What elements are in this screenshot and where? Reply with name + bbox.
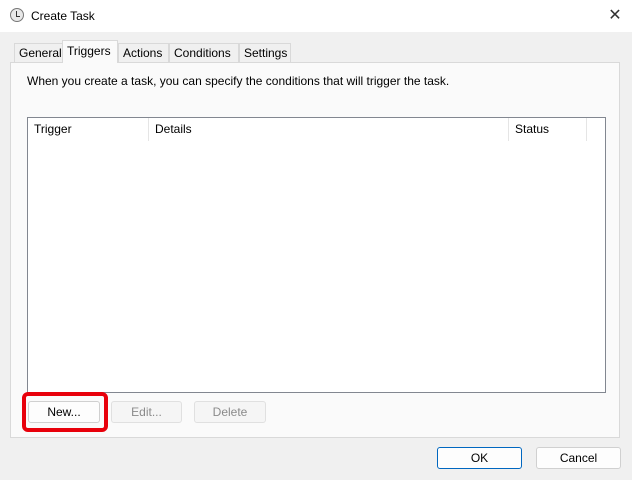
tab-settings[interactable]: Settings [239,43,291,63]
close-button[interactable]: ✕ [602,4,628,28]
title-bar: Create Task ✕ [0,0,632,32]
column-header-status[interactable]: Status [509,118,587,141]
cancel-button[interactable]: Cancel [536,447,621,469]
triggers-table[interactable]: Trigger Details Status [27,117,606,393]
column-header-trigger[interactable]: Trigger [28,118,149,141]
tab-conditions[interactable]: Conditions [169,43,239,63]
tab-triggers[interactable]: Triggers [62,40,118,63]
clock-icon [10,8,24,22]
edit-trigger-button[interactable]: Edit... [111,401,182,423]
tab-general[interactable]: General [14,43,67,63]
highlight-box [22,392,108,432]
tab-actions[interactable]: Actions [118,43,169,63]
delete-trigger-button[interactable]: Delete [194,401,266,423]
ok-button[interactable]: OK [437,447,522,469]
triggers-description: When you create a task, you can specify … [27,74,450,88]
column-header-details[interactable]: Details [149,118,509,141]
window-title: Create Task [31,9,95,23]
